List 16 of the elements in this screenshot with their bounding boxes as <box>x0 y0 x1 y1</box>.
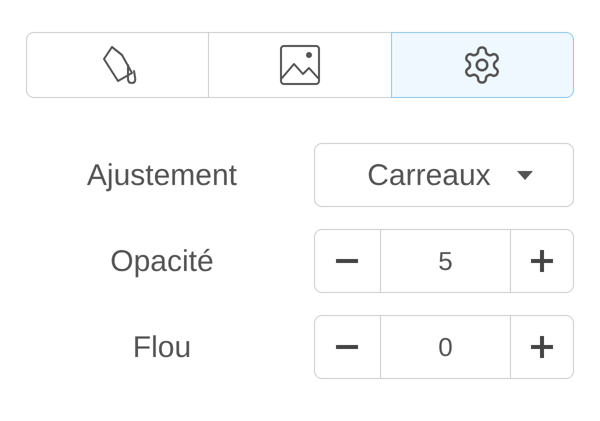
setting-label: Opacité <box>110 244 215 280</box>
plus-icon <box>530 250 553 272</box>
number-stepper[interactable]: 0 <box>314 315 574 379</box>
number-stepper[interactable]: 5 <box>314 229 574 293</box>
tab[interactable] <box>208 32 392 98</box>
setting-label: Flou <box>132 330 192 366</box>
dropdown[interactable]: Carreaux <box>314 143 574 207</box>
plus-icon <box>530 336 553 358</box>
image-icon <box>278 44 321 86</box>
caret-icon <box>516 170 533 180</box>
tab[interactable] <box>390 32 574 98</box>
setting-label: Ajustement <box>86 158 238 194</box>
number-field[interactable]: 0 <box>380 316 510 378</box>
minus-icon <box>336 259 358 263</box>
minus-icon <box>336 345 358 349</box>
number-field[interactable]: 5 <box>380 230 510 292</box>
